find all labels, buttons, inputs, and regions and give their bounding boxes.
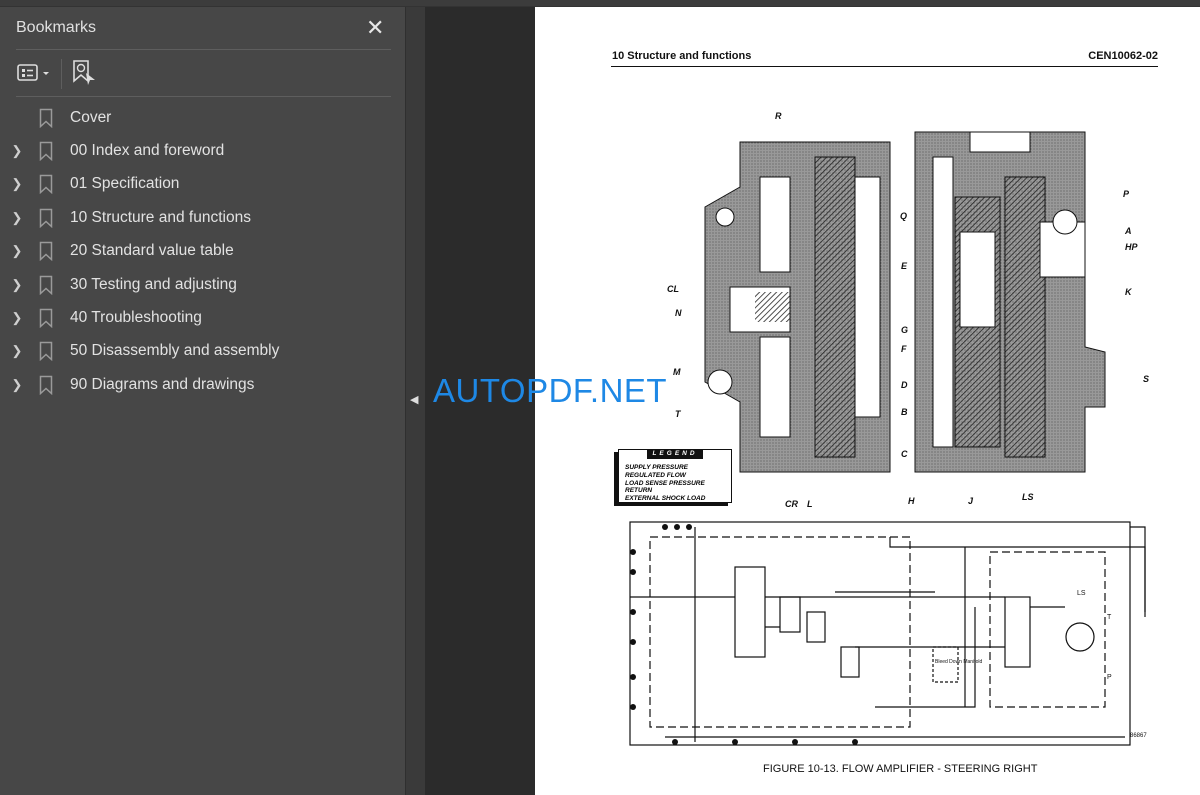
close-icon[interactable]: ✕	[366, 15, 384, 41]
title-bar-strip	[0, 0, 1200, 7]
callout-label: D	[901, 380, 908, 390]
bookmark-label: 10 Structure and functions	[70, 208, 251, 226]
bookmark-item[interactable]: ❯ 20 Standard value table	[0, 235, 405, 268]
callout-label: M	[673, 367, 681, 377]
callout-label: R	[775, 111, 782, 121]
bookmark-label: 50 Disassembly and assembly	[70, 342, 280, 360]
callout-label: A	[1124, 226, 1132, 236]
ls-port-label: LS	[1077, 590, 1086, 597]
bookmark-icon	[34, 241, 58, 262]
bookmark-item[interactable]: ❯ 01 Specification	[0, 168, 405, 201]
bookmark-item[interactable]: ❯ 40 Troubleshooting	[0, 301, 405, 334]
chevron-right-icon[interactable]: ❯	[0, 176, 34, 192]
bookmark-icon	[34, 375, 58, 395]
bookmark-item[interactable]: Cover	[0, 101, 405, 134]
bookmark-label: 90 Diagrams and drawings	[70, 375, 255, 393]
callout-label: B	[901, 407, 908, 417]
watermark: AUTOPDF.NET	[433, 372, 668, 409]
bookmark-label: 00 Index and foreword	[70, 141, 225, 159]
legend-title: LEGEND	[647, 449, 703, 459]
bookmark-icon	[34, 308, 58, 328]
p-port-label: P	[1107, 674, 1112, 681]
t-port-label: T	[1107, 614, 1112, 621]
options-button[interactable]	[17, 62, 57, 89]
bookmark-label: 01 Specification	[70, 175, 180, 193]
legend: LEGEND SUPPLY PRESSURE REGULATED FLOW LO…	[618, 449, 732, 503]
bookmark-item[interactable]: ❯ 10 Structure and functions	[0, 201, 405, 234]
chevron-right-icon[interactable]: ❯	[0, 243, 34, 259]
bleed-manifold-label: Bleed Down Manifold	[935, 659, 982, 665]
bookmark-item[interactable]: ❯ 30 Testing and adjusting	[0, 268, 405, 301]
bookmark-item[interactable]: ❯ 50 Disassembly and assembly	[0, 335, 405, 368]
chevron-right-icon[interactable]: ❯	[0, 343, 34, 359]
bookmark-icon	[34, 108, 58, 128]
callout-label: L	[807, 499, 813, 509]
chevron-right-icon[interactable]: ❯	[0, 310, 34, 326]
callout-label: LS	[1022, 492, 1034, 502]
bookmark-label: Cover	[70, 108, 112, 126]
callout-label: HP	[1125, 242, 1138, 252]
bookmark-label: 40 Troubleshooting	[70, 308, 202, 326]
callout-label: CR	[785, 499, 798, 509]
chevron-right-icon[interactable]: ❯	[0, 143, 34, 159]
callout-label: Q	[900, 211, 907, 221]
options-icon	[17, 64, 49, 81]
bookmark-icon	[34, 208, 58, 228]
divider	[16, 96, 391, 97]
collapse-panel-icon[interactable]: ◀	[410, 393, 418, 406]
callout-label: S	[1143, 374, 1149, 384]
callout-label: E	[901, 261, 908, 271]
bookmark-label: 30 Testing and adjusting	[70, 275, 237, 293]
figure-number: 86867	[1130, 733, 1147, 739]
legend-item: SUPPLY PRESSURE	[625, 464, 688, 471]
legend-item: LOAD SENSE PRESSURE	[625, 479, 705, 487]
bookmark-item[interactable]: ❯ 90 Diagrams and drawings	[0, 368, 405, 401]
bookmark-icon	[34, 275, 58, 295]
toolbar-separator	[61, 59, 62, 89]
bookmark-icon	[34, 341, 58, 362]
legend-item: RETURN	[625, 487, 653, 495]
chevron-right-icon[interactable]: ❯	[0, 377, 34, 393]
bookmark-label: 20 Standard value table	[70, 242, 234, 260]
bookmark-add-icon	[73, 60, 95, 85]
panel-title: Bookmarks	[16, 19, 97, 36]
callout-label: H	[908, 496, 915, 506]
callout-label: G	[901, 325, 908, 335]
legend-item: EXTERNAL SHOCK LOAD	[625, 495, 706, 503]
chevron-right-icon[interactable]: ❯	[0, 277, 34, 293]
callout-label: K	[1125, 287, 1133, 297]
chevron-right-icon[interactable]: ❯	[0, 210, 34, 226]
callout-label: CL	[667, 284, 679, 294]
bookmark-item[interactable]: ❯ 00 Index and foreword	[0, 134, 405, 167]
callout-label: F	[901, 344, 907, 354]
callout-label: T	[675, 409, 682, 419]
legend-item: REGULATED FLOW	[625, 471, 686, 479]
callout-label: P	[1123, 189, 1130, 199]
bookmark-icon	[34, 174, 58, 195]
add-bookmark-button[interactable]	[72, 59, 98, 92]
callout-label: J	[968, 496, 974, 506]
callout-label: N	[675, 308, 682, 318]
bookmarks-panel: Bookmarks ✕ Cover ❯ 00 Index and foreword ❯…	[0, 7, 405, 795]
callout-label: C	[901, 449, 908, 459]
figure-caption: FIGURE 10-13. FLOW AMPLIFIER - STEERING …	[763, 763, 1038, 775]
bookmark-icon	[34, 141, 58, 161]
divider	[16, 49, 391, 50]
